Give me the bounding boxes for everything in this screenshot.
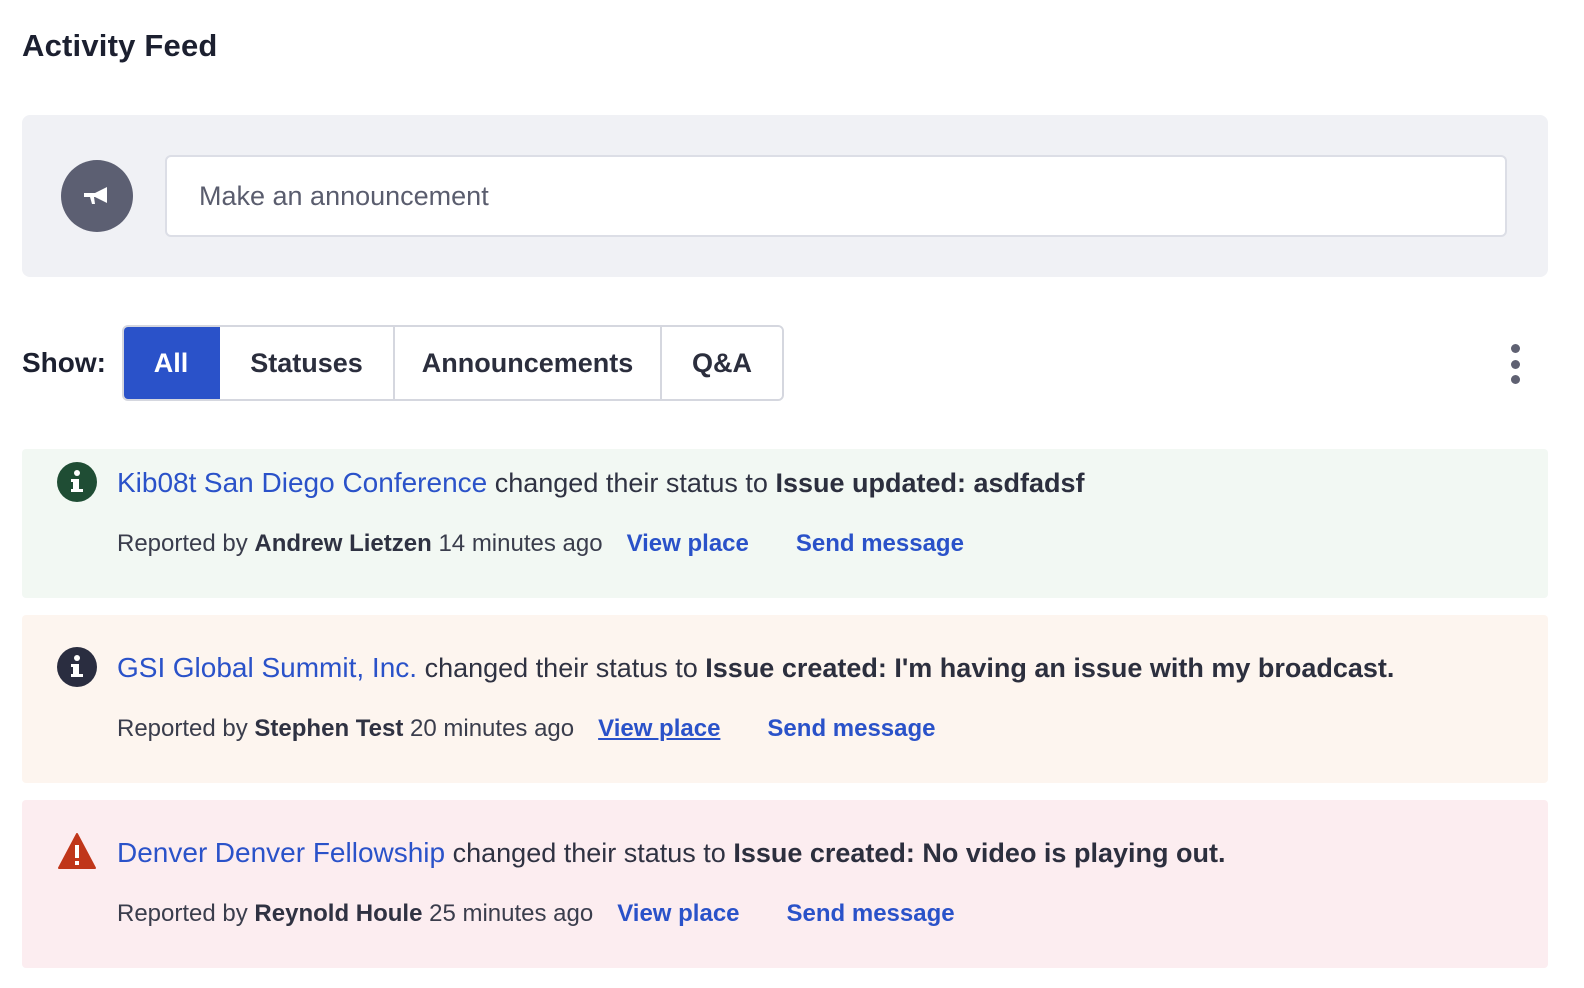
feed-item-message: Issue created: No video is playing out. — [733, 838, 1226, 868]
send-message-link[interactable]: Send message — [796, 530, 964, 558]
more-vertical-icon[interactable] — [1500, 344, 1530, 384]
send-message-link[interactable]: Send message — [767, 715, 935, 743]
view-place-link[interactable]: View place — [617, 900, 739, 928]
feed-item-org-link[interactable]: Denver — [117, 837, 207, 868]
info-icon — [57, 462, 97, 502]
send-message-link[interactable]: Send message — [787, 900, 955, 928]
feed-item-message: Issue updated: asdfadsf — [775, 468, 1085, 498]
feed-item-meta: Reported by Stephen Test 20 minutes ago … — [117, 715, 936, 743]
feed-item-action: changed their status to — [452, 838, 726, 868]
feed-item: Denver Denver Fellowship changed their s… — [22, 800, 1548, 968]
filter-tab-qa[interactable]: Q&A — [662, 327, 782, 399]
feed-item-message: Issue created: I'm having an issue with … — [705, 653, 1395, 683]
announcement-panel — [22, 115, 1548, 277]
feed-item-action: changed their status to — [424, 653, 698, 683]
reporter-name: Stephen Test — [254, 715, 404, 742]
reported-by-label: Reported by — [117, 530, 248, 557]
filter-label: Show: — [22, 347, 106, 378]
feed-item-meta: Reported by Andrew Lietzen 14 minutes ag… — [117, 530, 964, 558]
info-icon — [57, 647, 97, 687]
announcement-input[interactable] — [165, 155, 1507, 237]
feed-item: Kib08t San Diego Conference changed thei… — [22, 449, 1548, 598]
view-place-link[interactable]: View place — [627, 530, 749, 558]
feed-item-meta: Reported by Reynold Houle 25 minutes ago… — [117, 900, 955, 928]
feed-item-place-link[interactable]: Global Summit, Inc. — [173, 652, 417, 683]
feed-item-headline: GSI Global Summit, Inc. changed their st… — [117, 652, 1394, 684]
feed-item-org-link[interactable]: Kib08t — [117, 467, 196, 498]
feed-item-place-link[interactable]: Denver Fellowship — [215, 837, 445, 868]
timestamp: 25 minutes ago — [429, 900, 594, 927]
reported-by-label: Reported by — [117, 900, 248, 927]
reporter-name: Andrew Lietzen — [254, 530, 432, 557]
timestamp: 14 minutes ago — [438, 530, 603, 557]
megaphone-icon — [61, 160, 133, 232]
timestamp: 20 minutes ago — [410, 715, 575, 742]
filter-tab-statuses[interactable]: Statuses — [220, 327, 395, 399]
feed-item-org-link[interactable]: GSI — [117, 652, 165, 683]
feed-item-headline: Kib08t San Diego Conference changed thei… — [117, 467, 1085, 499]
view-place-link[interactable]: View place — [598, 715, 720, 743]
feed-item-headline: Denver Denver Fellowship changed their s… — [117, 837, 1225, 869]
feed-item-action: changed their status to — [494, 468, 768, 498]
filter-segmented-control: All Statuses Announcements Q&A — [122, 325, 784, 401]
reported-by-label: Reported by — [117, 715, 248, 742]
filter-tab-announcements[interactable]: Announcements — [395, 327, 662, 399]
filter-tab-all[interactable]: All — [124, 327, 220, 399]
page-title: Activity Feed — [22, 28, 218, 63]
warning-icon — [57, 832, 97, 872]
feed-item-place-link[interactable]: San Diego Conference — [204, 467, 487, 498]
filter-bar: Show: All Statuses Announcements Q&A — [22, 325, 784, 401]
reporter-name: Reynold Houle — [254, 900, 423, 927]
feed-item: GSI Global Summit, Inc. changed their st… — [22, 615, 1548, 783]
